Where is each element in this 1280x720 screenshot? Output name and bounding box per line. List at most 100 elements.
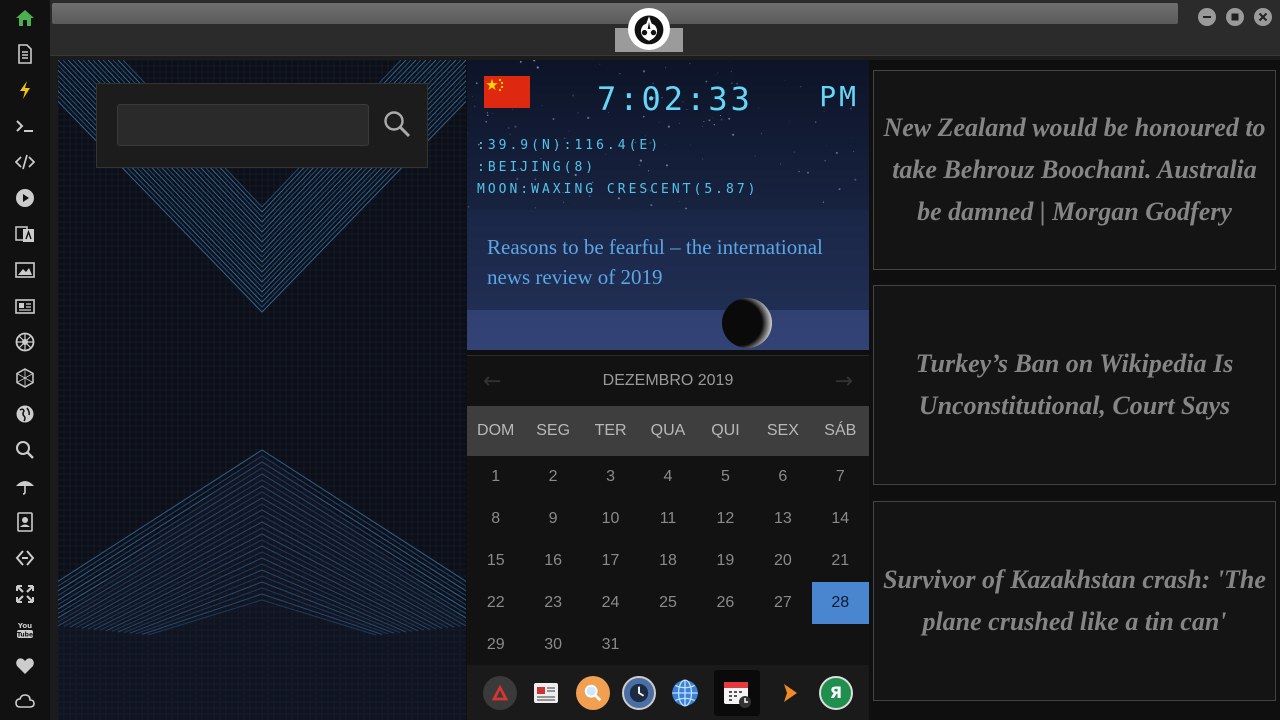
- news-title: Survivor of Kazakhstan crash: 'The plane…: [883, 565, 1266, 636]
- calendar-day[interactable]: 17: [582, 540, 639, 582]
- svg-text:Tube: Tube: [17, 632, 33, 639]
- calendar-day[interactable]: 27: [754, 582, 811, 624]
- moon-phase: MOON:WAXING CRESCENT(5.87): [477, 182, 759, 197]
- lightning-icon[interactable]: [13, 78, 37, 102]
- address-bar[interactable]: [52, 3, 1178, 24]
- calendar-day[interactable]: 5: [697, 456, 754, 498]
- search-widget: [96, 83, 428, 168]
- calendar-day[interactable]: 26: [697, 582, 754, 624]
- calendar-day[interactable]: 16: [524, 540, 581, 582]
- main-area: 7:02:33 PM :39.9(N):116.4(E) :BEIJING(8)…: [58, 60, 1280, 720]
- clock-coordinates: :39.9(N):116.4(E): [477, 138, 662, 153]
- background-pattern: [58, 60, 466, 720]
- expand-icon[interactable]: [13, 582, 37, 606]
- link-icon[interactable]: [13, 546, 37, 570]
- calendar-prev-icon[interactable]: ←: [483, 369, 501, 394]
- calendar-day[interactable]: 24: [582, 582, 639, 624]
- moon-icon: [722, 298, 772, 348]
- calendar-widget: ← DEZEMBRO 2019 → DOM SEG TER QUA QUI SEX SÁB …: [467, 355, 869, 665]
- app-dock: Я: [467, 665, 869, 720]
- calendar-day[interactable]: 14: [812, 498, 869, 540]
- newspaper-icon[interactable]: [529, 676, 563, 710]
- image-icon[interactable]: [13, 258, 37, 282]
- weekday-header: DOM: [477, 422, 515, 439]
- news-card-3[interactable]: Survivor of Kazakhstan crash: 'The plane…: [873, 501, 1276, 701]
- globe-icon[interactable]: [13, 402, 37, 426]
- calendar-day[interactable]: 10: [582, 498, 639, 540]
- weekday-header: SEX: [766, 422, 799, 439]
- home-icon[interactable]: [13, 6, 37, 30]
- calendar-day[interactable]: 11: [639, 498, 696, 540]
- calendar-day[interactable]: 30: [524, 624, 581, 666]
- news-title: Turkey’s Ban on Wikipedia Is Unconstitut…: [915, 349, 1234, 420]
- calendar-day[interactable]: 12: [697, 498, 754, 540]
- weekday-header: QUA: [650, 422, 686, 439]
- calendar-day-today[interactable]: 28: [811, 582, 869, 624]
- calendar-day[interactable]: 18: [639, 540, 696, 582]
- yandex-icon[interactable]: Я: [818, 675, 853, 710]
- terminal-icon[interactable]: [13, 114, 37, 138]
- calendar-day[interactable]: 9: [524, 498, 581, 540]
- translate-icon[interactable]: [13, 222, 37, 246]
- weekday-header: SEG: [536, 422, 571, 439]
- minimize-icon[interactable]: [1198, 8, 1216, 26]
- cloud-icon[interactable]: [13, 690, 37, 714]
- calendar-day[interactable]: 22: [467, 582, 524, 624]
- calendar-day[interactable]: 31: [582, 624, 639, 666]
- calendar-day[interactable]: 2: [524, 456, 581, 498]
- calendar-day[interactable]: 21: [812, 540, 869, 582]
- magnifier-app-icon[interactable]: [575, 675, 610, 710]
- heart-icon[interactable]: [13, 654, 37, 678]
- clock-location: :BEIJING(8): [477, 160, 597, 175]
- maximize-icon[interactable]: [1226, 8, 1244, 26]
- globe-app-icon[interactable]: [668, 676, 702, 710]
- calendar-day[interactable]: 20: [754, 540, 811, 582]
- clock-app-icon[interactable]: [621, 675, 656, 710]
- search-button[interactable]: [379, 106, 415, 142]
- calendar-header: ← DEZEMBRO 2019 →: [467, 356, 869, 406]
- headline-link[interactable]: Reasons to be fearful – the internationa…: [487, 232, 827, 292]
- play-arrow-icon[interactable]: [773, 676, 807, 710]
- calendar-day[interactable]: 7: [812, 456, 869, 498]
- calendar-day[interactable]: 1: [467, 456, 524, 498]
- calendar-day[interactable]: 23: [524, 582, 581, 624]
- document-icon[interactable]: [13, 42, 37, 66]
- news-card-2[interactable]: Turkey’s Ban on Wikipedia Is Unconstitut…: [873, 285, 1276, 485]
- arrow-app-icon[interactable]: [483, 675, 518, 710]
- calendar-day[interactable]: 8: [467, 498, 524, 540]
- calendar-day[interactable]: 15: [467, 540, 524, 582]
- china-flag-icon: [484, 76, 530, 108]
- weekday-header: SÁB: [824, 422, 857, 439]
- calendar-day[interactable]: 4: [639, 456, 696, 498]
- rebel-alliance-logo[interactable]: [628, 8, 670, 50]
- news-card-1[interactable]: New Zealand would be honoured to take Be…: [873, 70, 1276, 270]
- umbrella-icon[interactable]: [13, 474, 37, 498]
- weekday-header: QUI: [711, 422, 740, 439]
- calendar-day[interactable]: 29: [467, 624, 524, 666]
- left-sidebar: You Tube: [0, 0, 50, 720]
- calendar-day[interactable]: 13: [754, 498, 811, 540]
- close-icon[interactable]: [1254, 8, 1272, 26]
- calendar-day[interactable]: 3: [582, 456, 639, 498]
- calendar-day[interactable]: 25: [639, 582, 696, 624]
- calendar-next-icon[interactable]: →: [835, 369, 853, 394]
- play-icon[interactable]: [13, 186, 37, 210]
- hexagon-icon[interactable]: [13, 366, 37, 390]
- calendar-app-icon[interactable]: [714, 669, 761, 716]
- contacts-icon[interactable]: [13, 510, 37, 534]
- clock-ampm: PM: [819, 80, 859, 113]
- code-icon[interactable]: [13, 150, 37, 174]
- top-bar: [50, 0, 1280, 56]
- clock-widget: 7:02:33 PM :39.9(N):116.4(E) :BEIJING(8)…: [467, 60, 869, 350]
- news-title: New Zealand would be honoured to take Be…: [883, 113, 1266, 226]
- search-icon[interactable]: [13, 438, 37, 462]
- empire-icon[interactable]: [13, 330, 37, 354]
- news-icon[interactable]: [13, 294, 37, 318]
- calendar-month: DEZEMBRO 2019: [602, 372, 734, 389]
- youtube-icon[interactable]: You Tube: [13, 618, 37, 642]
- calendar-day[interactable]: 6: [754, 456, 811, 498]
- magnifier-icon: [384, 111, 411, 138]
- search-input[interactable]: [117, 104, 369, 146]
- weekday-header: TER: [594, 422, 627, 439]
- calendar-day[interactable]: 19: [697, 540, 754, 582]
